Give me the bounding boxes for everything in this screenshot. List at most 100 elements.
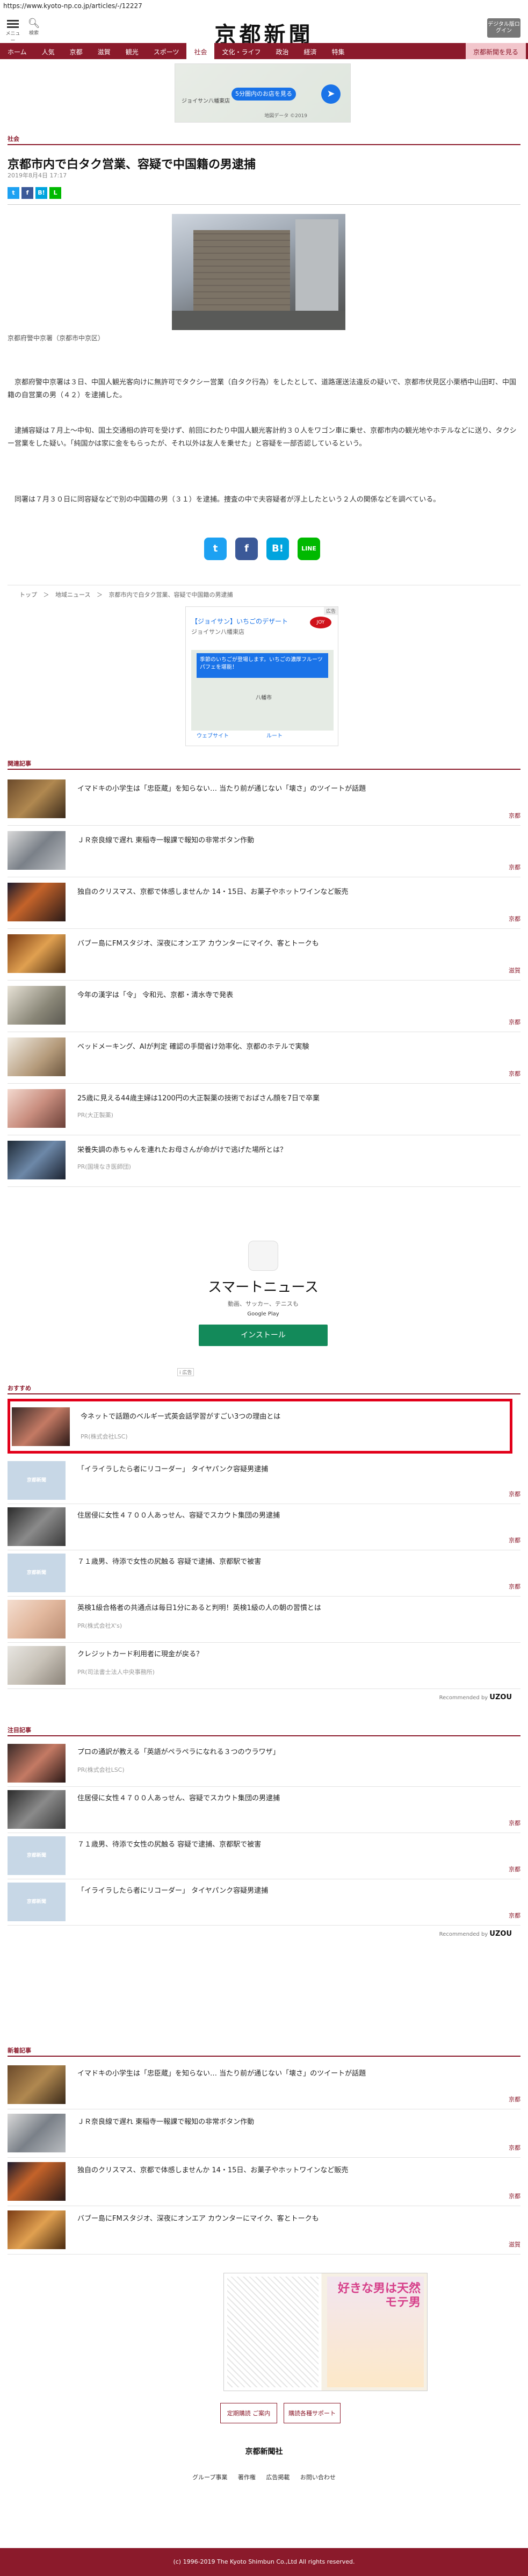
list-item[interactable]: 住居侵に女性４７００人あっせん、容疑でスカウト集団の男逮捕 京都 [8,1504,520,1550]
nav-item-home[interactable]: ホーム [0,43,34,59]
store-ad[interactable]: 広告 【ジョイサン】いちごのデザート ジョイサン八幡東店 JOY 季節のいちごが… [185,606,338,746]
item-source: 京都 [509,812,520,819]
nav-item-kyoto[interactable]: 京都 [62,43,90,59]
list-item[interactable]: 京都新聞 ７１歳男、待添で女性の尻触る 容疑で逮捕、京都駅で被害 京都 [8,1550,520,1597]
item-title[interactable]: 今年の漢字は「令」 令和元、京都・清水寺で発表 [77,989,233,999]
footer-link-group[interactable]: グループ事業 [192,2474,227,2481]
item-title[interactable]: 独自のクリスマス、京都で体感しませんか 14・15日、お菓子やホットワインなど販… [77,2164,348,2174]
facebook-share-button[interactable]: f [235,538,258,560]
item-title[interactable]: 独自のクリスマス、京都で体感しませんか 14・15日、お菓子やホットワインなど販… [77,886,348,896]
twitter-share-button[interactable]: t [204,538,227,560]
breadcrumb-current: 京都市内で白タク営業、容疑で中国籍の男逮捕 [109,591,233,598]
thumbnail [8,1744,66,1783]
item-title[interactable]: 「イライラしたら者にリコーダー」 タイヤパンク容疑男逮捕 [77,1463,268,1473]
list-item[interactable]: 独自のクリスマス、京都で体感しませんか 14・15日、お菓子やホットワインなど販… [8,877,520,929]
nav-item-features[interactable]: 特集 [324,43,352,59]
list-item[interactable]: ＪＲ奈良線で遅れ 東稲寺一報課で報知の非常ボタン作動 京都 [8,2109,520,2158]
ad-website-button[interactable]: ウェブサイト [197,731,229,739]
item-source: 京都 [509,2193,520,2200]
item-title[interactable]: クレジットカード利用者に現金が戻る？ [77,1648,203,1658]
breadcrumb-sep: ＞ [96,591,103,598]
item-source: 京都 [509,1866,520,1873]
ad-headline[interactable]: 【ジョイサン】いちごのデザート [191,617,288,626]
manga-ad-banner[interactable]: 好きな男は天然モテ男 [223,2273,428,2391]
item-title[interactable]: ＪＲ奈良線で遅れ 東稲寺一報課で報知の非常ボタン作動 [77,834,254,845]
list-item[interactable]: バブー島にFMスタジオ、深夜にオンエア カウンターにマイク、客とトークも 滋賀 [8,929,520,981]
item-title[interactable]: 住居侵に女性４７００人あっせん、容疑でスカウト集団の男逮捕 [77,1509,280,1520]
map-ad-top[interactable]: ジョイサン八幡東店 5分圏内のお店を見る ➤ 地図データ ©2019 [175,63,351,123]
list-item[interactable]: バブー島にFMスタジオ、深夜にオンエア カウンターにマイク、客とトークも 滋賀 [8,2206,520,2255]
list-item[interactable]: 京都新聞 「イライラしたら者にリコーダー」 タイヤパンク容疑男逮捕 京都 [8,1879,520,1926]
item-title[interactable]: イマドキの小学生は「忠臣蔵」を知らない… 当たり前が通じない「壊さ」のツイートが… [77,2067,366,2078]
main-nav: ホーム 人気 京都 滋賀 観光 スポーツ 社会 文化・ライフ 政治 経済 特集 … [0,43,528,59]
nav-item-society[interactable]: 社会 [186,43,215,59]
latest-heading: 新着記事 [8,2047,31,2054]
subscription-button[interactable]: 定期購読 ご案内 [220,2403,277,2423]
recommended-by[interactable]: Recommended by UZOU [439,1930,512,1938]
nav-item-view-paper[interactable]: 京都新聞を見る [465,43,526,59]
list-item[interactable]: 独自のクリスマス、京都で体感しませんか 14・15日、お菓子やホットワインなど販… [8,2158,520,2206]
item-title[interactable]: ＪＲ奈良線で遅れ 東稲寺一報課で報知の非常ボタン作動 [77,2116,254,2126]
nav-item-economy[interactable]: 経済 [296,43,324,59]
list-item[interactable]: イマドキの小学生は「忠臣蔵」を知らない… 当たり前が通じない「壊さ」のツイートが… [8,774,520,826]
nav-item-culture[interactable]: 文化・ライフ [214,43,268,59]
list-item[interactable]: 栄養失調の赤ちゃんを連れたお母さんが命がけで逃げた場所とは？ PR(国境なき医師… [8,1135,520,1187]
list-item[interactable]: プロの通訳が教える「英語がペラペラになれる３つのウラワザ」 PR(株式会社LSC… [8,1741,520,1787]
list-item[interactable]: ＪＲ奈良線で遅れ 東稲寺一報課で報知の非常ボタン作動 京都 [8,826,520,877]
footer-link-ads[interactable]: 広告掲載 [266,2474,290,2481]
digital-login-button[interactable]: デジタル版ログイン [487,18,520,38]
nav-item-popular[interactable]: 人気 [34,43,62,59]
item-title[interactable]: ベッドメーキング、AIが判定 確認の手間省け効率化、京都のホテルで実験 [77,1041,309,1051]
item-title[interactable]: バブー島にFMスタジオ、深夜にオンエア カウンターにマイク、客とトークも [77,2213,319,2223]
nav-item-sports[interactable]: スポーツ [146,43,187,59]
breadcrumb-top[interactable]: トップ [19,591,37,598]
google-play-badge[interactable]: Google Play [199,1311,328,1317]
footer-logo[interactable]: 京都新聞社 [0,2446,528,2457]
recommended-by[interactable]: Recommended by UZOU [439,1693,512,1701]
nav-item-shiga[interactable]: 滋賀 [90,43,118,59]
article-paragraph-1: 京都府警中京署は３日、中国人観光客向けに無許可でタクシー営業（白タク行為）をした… [8,378,517,399]
ad-tag: 広告 [323,607,338,615]
breadcrumb-region[interactable]: 地域ニュース [55,591,90,598]
footer-link-contact[interactable]: お問い合わせ [300,2474,336,2481]
list-item[interactable]: ベッドメーキング、AIが判定 確認の手間省け効率化、京都のホテルで実験 京都 [8,1032,520,1084]
ad-blue-banner[interactable]: 季節のいちごが登場します。いちごの濃厚フルーツパフェを堪能！ [197,653,328,678]
line-share-button[interactable]: LINE [298,538,320,560]
recommended-by-label: Recommended by [439,1931,488,1937]
line-share-icon[interactable]: L [49,187,61,199]
item-title[interactable]: ７１歳男、待添で女性の尻触る 容疑で逮捕、京都駅で被害 [77,1556,261,1566]
item-title[interactable]: 栄養失調の赤ちゃんを連れたお母さんが命がけで逃げた場所とは？ [77,1144,287,1154]
ad-tag[interactable]: i 広告 [177,1368,194,1376]
share-bar-bottom: t f B! LINE [204,538,320,560]
nav-item-tourism[interactable]: 観光 [118,43,146,59]
hatena-share-icon[interactable]: B! [35,187,47,199]
ad-nearby-button[interactable]: 5分圏内のお店を見る [232,88,296,101]
list-item[interactable]: 京都新聞 「イライラしたら者にリコーダー」 タイヤパンク容疑男逮捕 京都 [8,1458,520,1504]
support-button[interactable]: 購読各種サポート [284,2403,341,2423]
smartnews-app-ad[interactable]: スマートニュース 動画、サッカー、テニスも Google Play インストール… [177,1235,328,1376]
item-title[interactable]: 英検1級合格者の共通点は毎日1分にあると判明！英検1級の人の朝の習慣とは [77,1602,321,1612]
list-item[interactable]: 25歳に見える44歳主婦は1200円の大正製薬の技術でおばさん顔を7日で卒業 P… [8,1084,520,1135]
list-item[interactable]: 住居侵に女性４７００人あっせん、容疑でスカウト集団の男逮捕 京都 [8,1787,520,1833]
list-item[interactable]: 今年の漢字は「令」 令和元、京都・清水寺で発表 京都 [8,981,520,1032]
item-title[interactable]: バブー島にFMスタジオ、深夜にオンエア カウンターにマイク、客とトークも [77,938,319,948]
item-title[interactable]: 住居侵に女性４７００人あっせん、容疑でスカウト集団の男逮捕 [77,1792,280,1802]
nav-item-politics[interactable]: 政治 [269,43,296,59]
hatena-share-button[interactable]: B! [266,538,289,560]
list-item[interactable]: イマドキの小学生は「忠臣蔵」を知らない… 当たり前が通じない「壊さ」のツイートが… [8,2061,520,2109]
facebook-share-icon[interactable]: f [21,187,33,199]
ad-route-button[interactable]: ルート [266,731,283,739]
directions-icon[interactable]: ➤ [321,84,341,104]
list-item[interactable]: 京都新聞 ７１歳男、待添で女性の尻触る 容疑で逮捕、京都駅で被害 京都 [8,1833,520,1879]
item-title[interactable]: プロの通訳が教える「英語がペラペラになれる３つのウラワザ」 [77,1746,280,1756]
item-title[interactable]: 「イライラしたら者にリコーダー」 タイヤパンク容疑男逮捕 [77,1885,268,1895]
item-title[interactable]: イマドキの小学生は「忠臣蔵」を知らない… 当たり前が通じない「壊さ」のツイートが… [77,783,366,793]
item-title[interactable]: 25歳に見える44歳主婦は1200円の大正製薬の技術でおばさん顔を7日で卒業 [77,1092,320,1103]
list-item[interactable]: 英検1級合格者の共通点は毎日1分にあると判明！英検1級の人の朝の習慣とは PR(… [8,1597,520,1643]
footer-link-copyright[interactable]: 著作権 [238,2474,256,2481]
install-button[interactable]: インストール [199,1325,328,1346]
list-item[interactable]: クレジットカード利用者に現金が戻る？ PR(司法書士法人中央事務所) [8,1643,520,1689]
item-title[interactable]: ７１歳男、待添で女性の尻触る 容疑で逮捕、京都駅で被害 [77,1838,261,1849]
twitter-share-icon[interactable]: t [8,187,19,199]
url-bar[interactable]: https://www.kyoto-np.co.jp/articles/-/12… [0,0,528,12]
